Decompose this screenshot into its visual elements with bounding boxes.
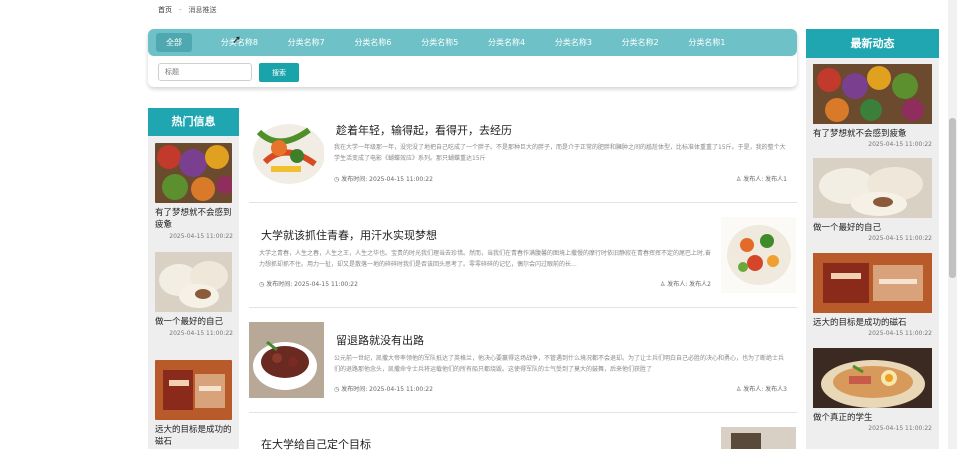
- latest-item-title[interactable]: 做一个最好的自己: [813, 222, 932, 234]
- tab-category-7[interactable]: 分类名称7: [273, 33, 340, 52]
- hot-info-sidebar: 热门信息 有了梦想就不会感到疲惫 2025-04-15 11:00:22 做一个…: [148, 108, 239, 449]
- article-author-text: 发布人: 发布人2: [667, 281, 711, 288]
- hot-item-image[interactable]: [155, 360, 232, 420]
- article-image[interactable]: [721, 217, 796, 293]
- article-title[interactable]: 大学就该抓住青春，用汗水实现梦想: [261, 227, 437, 243]
- article-item[interactable]: 趁着年轻，输得起，看得开，去经历 我在大学一年级那一年，没完没了地把自己吃成了一…: [249, 108, 797, 203]
- latest-item-time: 2025-04-15 11:00:22: [868, 141, 932, 148]
- article-author-text: 发布人: 发布人3: [743, 386, 787, 393]
- scrollbar-thumb[interactable]: [949, 118, 956, 278]
- article-time-text: 发布时间: 2025-04-15 11:00:22: [341, 176, 433, 183]
- article-item[interactable]: 留退路就没有出路 公元前一世纪，凯撒大帝率领他的军队抵达了英格兰，他决心要赢得这…: [249, 308, 797, 413]
- article-excerpt: 我在大学一年级那一年，没完没了地把自己吃成了一个胖子。不是那种巨大的胖子，而是介…: [334, 144, 786, 162]
- article-author: ♙ 发布人: 发布人3: [736, 384, 787, 393]
- latest-item[interactable]: 有了梦想就不会感到疲惫 2025-04-15 11:00:22: [813, 64, 932, 148]
- clock-icon: ◷: [334, 176, 340, 183]
- article-author-text: 发布人: 发布人1: [743, 176, 787, 183]
- article-publish-time: ◷ 发布时间: 2025-04-15 11:00:22: [259, 279, 358, 288]
- latest-item-image[interactable]: [813, 253, 932, 313]
- latest-item-image[interactable]: [813, 348, 932, 408]
- category-tabbar: 全部 分类名称8 分类名称7 分类名称6 分类名称5 分类名称4 分类名称3 分…: [148, 29, 797, 56]
- user-icon: ♙: [659, 281, 666, 288]
- article-excerpt: 公元前一世纪，凯撒大帝率领他的军队抵达了英格兰，他决心要赢得这场战争，不管遇到什…: [334, 355, 785, 373]
- user-icon: ♙: [735, 176, 742, 183]
- mouse-cursor-icon: ➚: [232, 33, 242, 46]
- filter-panel: 全部 分类名称8 分类名称7 分类名称6 分类名称5 分类名称4 分类名称3 分…: [148, 29, 797, 87]
- article-item[interactable]: 大学就该抓住青春，用汗水实现梦想 大学之青春，人生之春，人生之王，人生之华也。宝…: [249, 203, 797, 308]
- tab-category-3[interactable]: 分类名称3: [540, 33, 607, 52]
- hot-info-title: 热门信息: [148, 108, 239, 136]
- tab-category-2[interactable]: 分类名称2: [607, 33, 674, 52]
- hot-item-image[interactable]: [155, 143, 232, 203]
- hot-item-title[interactable]: 做一个最好的自己: [155, 316, 233, 328]
- article-image[interactable]: [249, 322, 324, 398]
- article-title[interactable]: 留退路就没有出路: [336, 332, 424, 348]
- article-excerpt: 大学之青春，人生之春，人生之王，人生之华也。宝贵的时光我们理当去珍惜。然而，当我…: [259, 250, 711, 268]
- hot-item-image[interactable]: [155, 252, 232, 312]
- article-publish-time: ◷ 发布时间: 2025-04-15 11:00:22: [334, 174, 433, 183]
- article-image[interactable]: [721, 427, 796, 449]
- article-item[interactable]: 在大学给自己定个目标: [249, 413, 797, 452]
- latest-item-image[interactable]: [813, 158, 932, 218]
- latest-item-title[interactable]: 远大的目标是成功的磁石: [813, 317, 932, 329]
- latest-item[interactable]: 做一个最好的自己 2025-04-15 11:00:22: [813, 158, 932, 242]
- hot-item[interactable]: 远大的目标是成功的磁石: [155, 360, 233, 448]
- breadcrumb: 首页 - 消息推送: [158, 5, 217, 15]
- breadcrumb-current: 消息推送: [188, 6, 217, 14]
- latest-item-time: 2025-04-15 11:00:22: [868, 330, 932, 337]
- article-title[interactable]: 在大学给自己定个目标: [261, 436, 371, 452]
- article-author: ♙ 发布人: 发布人2: [660, 279, 711, 288]
- tab-category-4[interactable]: 分类名称4: [473, 33, 540, 52]
- article-time-text: 发布时间: 2025-04-15 11:00:22: [341, 386, 433, 393]
- clock-icon: ◷: [259, 281, 265, 288]
- latest-item-title[interactable]: 做个真正的学生: [813, 412, 932, 424]
- hot-item[interactable]: 有了梦想就不会感到疲惫 2025-04-15 11:00:22: [155, 143, 233, 240]
- clock-icon: ◷: [334, 386, 340, 393]
- hot-item-time: 2025-04-15 11:00:22: [169, 330, 233, 337]
- latest-news-sidebar: 最新动态 有了梦想就不会感到疲惫 2025-04-15 11:00:22 做一个…: [806, 29, 939, 449]
- breadcrumb-separator: -: [179, 6, 182, 14]
- page-scrollbar[interactable]: [948, 0, 957, 449]
- latest-item-time: 2025-04-15 11:00:22: [868, 235, 932, 242]
- article-author: ♙ 发布人: 发布人1: [736, 174, 787, 183]
- latest-item-image[interactable]: [813, 64, 932, 124]
- latest-item-title[interactable]: 有了梦想就不会感到疲惫: [813, 128, 932, 140]
- hot-item-title[interactable]: 有了梦想就不会感到疲惫: [155, 207, 233, 231]
- latest-news-title: 最新动态: [806, 29, 939, 58]
- hot-item-time: 2025-04-15 11:00:22: [169, 233, 233, 240]
- hot-item-title[interactable]: 远大的目标是成功的磁石: [155, 424, 233, 448]
- search-button[interactable]: 搜索: [259, 63, 299, 82]
- tab-category-5[interactable]: 分类名称5: [406, 33, 473, 52]
- article-publish-time: ◷ 发布时间: 2025-04-15 11:00:22: [334, 384, 433, 393]
- search-input[interactable]: [158, 63, 252, 81]
- user-icon: ♙: [735, 386, 742, 393]
- tab-all[interactable]: 全部: [156, 33, 192, 52]
- latest-item[interactable]: 做个真正的学生 2025-04-15 11:00:22: [813, 348, 932, 432]
- article-title[interactable]: 趁着年轻，输得起，看得开，去经历: [336, 122, 512, 138]
- article-time-text: 发布时间: 2025-04-15 11:00:22: [266, 281, 358, 288]
- breadcrumb-home[interactable]: 首页: [158, 6, 172, 14]
- latest-item[interactable]: 远大的目标是成功的磁石 2025-04-15 11:00:22: [813, 253, 932, 337]
- hot-item[interactable]: 做一个最好的自己 2025-04-15 11:00:22: [155, 252, 233, 337]
- latest-item-time: 2025-04-15 11:00:22: [868, 425, 932, 432]
- tab-category-6[interactable]: 分类名称6: [340, 33, 407, 52]
- article-image[interactable]: [249, 112, 324, 188]
- tab-category-1[interactable]: 分类名称1: [674, 33, 741, 52]
